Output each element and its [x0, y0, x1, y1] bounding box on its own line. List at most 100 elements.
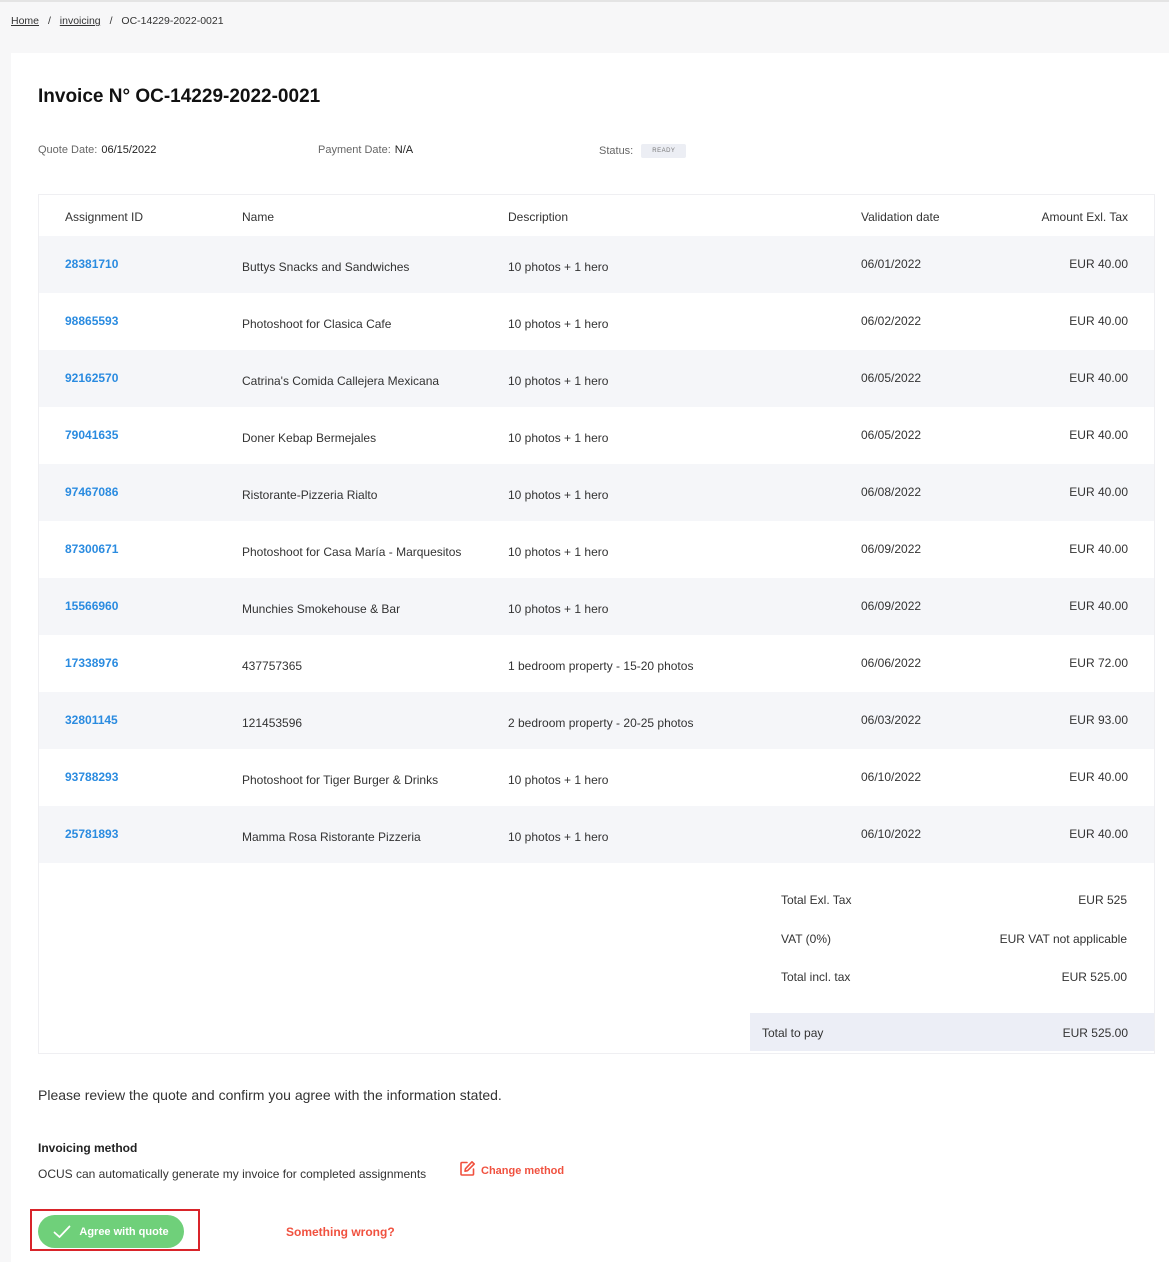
assignment-description: 10 photos + 1 hero: [508, 773, 609, 787]
assignment-id-link[interactable]: 17338976: [65, 656, 118, 670]
total-excl-tax-value: EUR 525: [1078, 893, 1127, 907]
assignment-id-link[interactable]: 32801145: [65, 713, 118, 727]
vat-line: VAT (0%) EUR VAT not applicable: [781, 932, 1127, 952]
validation-date: 06/02/2022: [861, 314, 922, 328]
invoicing-method-title: Invoicing method: [38, 1141, 138, 1155]
page-title: Invoice N° OC-14229-2022-0021: [38, 86, 321, 107]
header-amount: Amount Exl. Tax: [1041, 210, 1128, 224]
assignment-description: 2 bedroom property - 20-25 photos: [508, 716, 694, 730]
table-header: Assignment ID Name Description Validatio…: [39, 195, 1154, 236]
status-label: Status:: [599, 144, 634, 157]
amount: EUR 40.00: [1069, 428, 1128, 442]
amount: EUR 40.00: [1069, 257, 1128, 271]
table-row: 79041635 Doner Kebap Bermejales 10 photo…: [39, 407, 1154, 464]
breadcrumb-current: OC-14229-2022-0021: [121, 15, 224, 27]
assignment-description: 10 photos + 1 hero: [508, 545, 609, 559]
total-incl-tax-label: Total incl. tax: [781, 970, 851, 984]
total-to-pay-bar: Total to pay EUR 525.00: [750, 1013, 1154, 1051]
assignment-id-link[interactable]: 97467086: [65, 485, 118, 499]
table-row: 98865593 Photoshoot for Clasica Cafe 10 …: [39, 293, 1154, 350]
invoicing-method-text: OCUS can automatically generate my invoi…: [38, 1167, 427, 1181]
status: Status: READY: [599, 144, 687, 158]
validation-date: 06/05/2022: [861, 371, 922, 385]
change-method-link[interactable]: Change method: [459, 1160, 564, 1177]
assignment-name: 121453596: [242, 716, 303, 730]
table-row: 97467086 Ristorante-Pizzeria Rialto 10 p…: [39, 464, 1154, 521]
total-excl-tax-line: Total Exl. Tax EUR 525: [781, 893, 1127, 913]
assignment-id-link[interactable]: 93788293: [65, 770, 118, 784]
something-wrong-link[interactable]: Something wrong?: [286, 1225, 395, 1239]
assignment-description: 10 photos + 1 hero: [508, 431, 609, 445]
top-divider: [0, 0, 1169, 2]
assignment-name: Photoshoot for Tiger Burger & Drinks: [242, 773, 439, 787]
breadcrumb-separator: /: [47, 15, 51, 27]
assignment-name: Photoshoot for Clasica Cafe: [242, 317, 392, 331]
assignment-name: Catrina's Comida Callejera Mexicana: [242, 374, 440, 388]
amount: EUR 40.00: [1069, 827, 1128, 841]
quote-date-label: Quote Date:: [38, 144, 98, 156]
assignments-table: Assignment ID Name Description Validatio…: [38, 194, 1155, 1054]
assignment-id-link[interactable]: 25781893: [65, 827, 118, 841]
assignment-id-link[interactable]: 28381710: [65, 257, 118, 271]
agree-with-quote-label: Agree with quote: [79, 1225, 169, 1238]
assignment-description: 10 photos + 1 hero: [508, 260, 609, 274]
assignment-description: 10 photos + 1 hero: [508, 488, 609, 502]
table-row: 93788293 Photoshoot for Tiger Burger & D…: [39, 749, 1154, 806]
vat-value: EUR VAT not applicable: [999, 932, 1127, 946]
amount: EUR 40.00: [1069, 770, 1128, 784]
change-method-label: Change method: [481, 1165, 565, 1177]
edit-icon: [460, 1161, 475, 1176]
quote-date-value: 06/15/2022: [101, 144, 157, 156]
assignment-description: 10 photos + 1 hero: [508, 830, 609, 844]
assignment-description: 10 photos + 1 hero: [508, 374, 609, 388]
agree-with-quote-button[interactable]: Agree with quote: [38, 1215, 184, 1248]
status-badge: READY: [641, 144, 687, 158]
quote-date: Quote Date: 06/15/2022: [38, 144, 156, 156]
payment-date-value: N/A: [394, 144, 414, 156]
amount: EUR 40.00: [1069, 599, 1128, 613]
invoice-card: Invoice N° OC-14229-2022-0021 Quote Date…: [11, 53, 1169, 1262]
assignment-id-link[interactable]: 92162570: [65, 371, 118, 385]
payment-date: Payment Date: N/A: [318, 144, 413, 156]
validation-date: 06/08/2022: [861, 485, 922, 499]
validation-date: 06/06/2022: [861, 656, 922, 670]
validation-date: 06/03/2022: [861, 713, 922, 727]
assignment-id-link[interactable]: 98865593: [65, 314, 118, 328]
table-row: 15566960 Munchies Smokehouse & Bar 10 ph…: [39, 578, 1154, 635]
breadcrumb-home-link[interactable]: Home: [11, 15, 39, 27]
amount: EUR 40.00: [1069, 371, 1128, 385]
assignment-name: Munchies Smokehouse & Bar: [242, 602, 401, 616]
review-instructions: Please review the quote and confirm you …: [38, 1087, 502, 1103]
breadcrumb-invoicing-link[interactable]: invoicing: [60, 15, 101, 27]
total-to-pay-value: EUR 525.00: [1062, 1026, 1128, 1040]
breadcrumb: Home / invoicing / OC-14229-2022-0021: [11, 15, 224, 27]
validation-date: 06/10/2022: [861, 827, 922, 841]
header-description: Description: [508, 210, 569, 224]
assignment-name: Doner Kebap Bermejales: [242, 431, 377, 445]
assignment-description: 1 bedroom property - 15-20 photos: [508, 659, 694, 673]
assignment-id-link[interactable]: 79041635: [65, 428, 118, 442]
header-validation-date: Validation date: [861, 210, 940, 224]
amount: EUR 72.00: [1069, 656, 1128, 670]
assignment-name: 437757365: [242, 659, 303, 673]
breadcrumb-separator: /: [109, 15, 113, 27]
validation-date: 06/10/2022: [861, 770, 922, 784]
table-row: 28381710 Buttys Snacks and Sandwiches 10…: [39, 236, 1154, 293]
assignment-id-link[interactable]: 87300671: [65, 542, 118, 556]
assignment-description: 10 photos + 1 hero: [508, 317, 609, 331]
amount: EUR 40.00: [1069, 542, 1128, 556]
amount: EUR 40.00: [1069, 485, 1128, 499]
assignment-name: Ristorante-Pizzeria Rialto: [242, 488, 378, 502]
validation-date: 06/09/2022: [861, 542, 922, 556]
assignment-id-link[interactable]: 15566960: [65, 599, 118, 613]
amount: EUR 40.00: [1069, 314, 1128, 328]
table-row: 25781893 Mamma Rosa Ristorante Pizzeria …: [39, 806, 1154, 863]
total-to-pay-label: Total to pay: [762, 1026, 824, 1040]
total-excl-tax-label: Total Exl. Tax: [781, 893, 852, 907]
header-name: Name: [242, 210, 275, 224]
vat-label: VAT (0%): [781, 932, 832, 946]
payment-date-label: Payment Date:: [318, 144, 391, 156]
validation-date: 06/09/2022: [861, 599, 922, 613]
table-row: 92162570 Catrina's Comida Callejera Mexi…: [39, 350, 1154, 407]
header-assignment-id: Assignment ID: [65, 210, 144, 224]
